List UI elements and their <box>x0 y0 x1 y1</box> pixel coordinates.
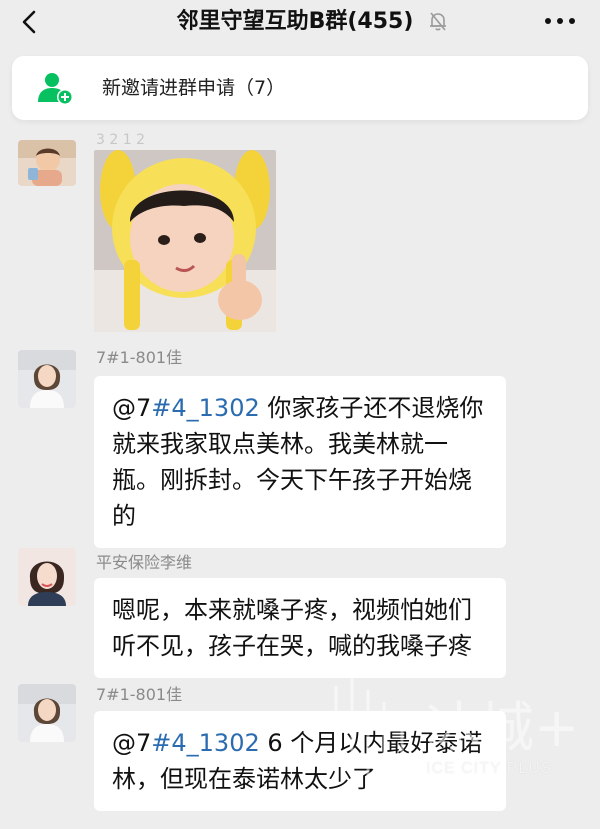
sender-name: 7#1-801佳 <box>96 348 183 367</box>
bell-off-icon <box>430 12 446 31</box>
avatar[interactable] <box>18 548 76 606</box>
mention-link[interactable]: #4_1302 <box>151 729 259 757</box>
child-photo-icon <box>18 140 76 186</box>
sender-name-partial: 3 2 1 2 <box>96 132 145 148</box>
sticker-image[interactable] <box>94 150 276 332</box>
notice-text: 新邀请进群申请（7） <box>102 77 286 99</box>
message-line: 的 <box>112 502 136 530</box>
woman-photo-icon <box>18 548 76 606</box>
more-dots-icon[interactable] <box>540 9 580 33</box>
watermark-english: ICE CITY PLUS <box>426 760 553 777</box>
message-line: 听不见，孩子在哭，喊的我嗓子疼 <box>112 632 472 660</box>
join-request-notice[interactable]: 新邀请进群申请（7） <box>12 56 588 120</box>
mention-link[interactable]: #4_1302 <box>151 394 259 422</box>
sender-name: 平安保险李维 <box>96 553 193 572</box>
message-line: 瓶。刚拆封。今天下午孩子开始烧 <box>112 466 472 494</box>
message-line: 就来我家取点美林。我美林就一 <box>112 430 448 458</box>
chat-header: 邻里守望互助B群(455) <box>0 0 600 44</box>
avatar[interactable] <box>18 684 76 742</box>
message-line: 嗯呢，本来就嗓子疼，视频怕她们 <box>112 596 472 624</box>
mention-prefix: @7 <box>112 394 152 422</box>
avatar[interactable] <box>18 350 76 408</box>
message-line: @7#4_1302 你家孩子还不退烧你 <box>112 390 492 426</box>
avatar[interactable] <box>18 140 76 186</box>
message-bubble[interactable]: @7#4_1302 你家孩子还不退烧你 就来我家取点美林。我美林就一 瓶。刚拆封… <box>94 376 506 548</box>
message-line: @7#4_1302 6 个月以内最好泰诺 <box>112 725 492 761</box>
woman-photo-icon <box>18 350 76 408</box>
woman-photo-icon <box>18 684 76 742</box>
sender-name: 7#1-801佳 <box>96 685 183 704</box>
message-text: 你家孩子还不退烧你 <box>259 394 484 422</box>
add-contact-icon <box>38 73 73 105</box>
message-text: 6 个月以内最好泰诺 <box>259 729 483 757</box>
chat-title: 邻里守望互助B群(455) <box>176 9 414 34</box>
message-bubble[interactable]: 嗯呢，本来就嗓子疼，视频怕她们 听不见，孩子在哭，喊的我嗓子疼 <box>94 578 506 678</box>
child-sticker-icon <box>94 150 276 332</box>
mention-prefix: @7 <box>112 729 152 757</box>
